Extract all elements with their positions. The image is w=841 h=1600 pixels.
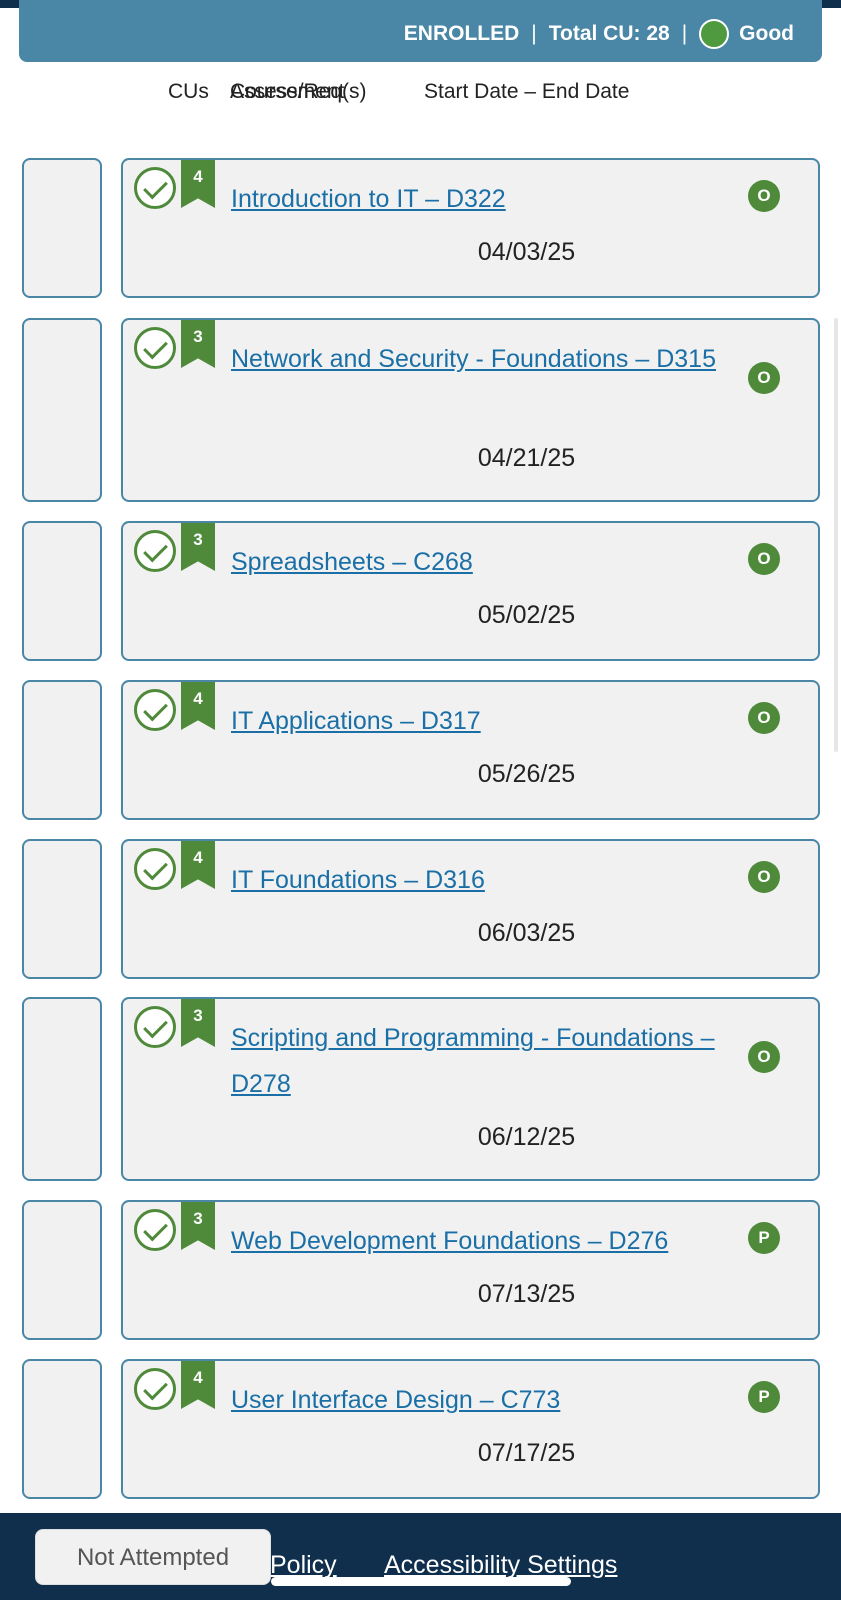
- course-link[interactable]: Network and Security - Foundations – D31…: [231, 336, 731, 382]
- course-row: 3 Spreadsheets – C268 O 05/02/25: [0, 521, 841, 661]
- check-circle-icon: [134, 689, 176, 731]
- assessment-cell: [22, 839, 102, 979]
- scrollbar[interactable]: [834, 318, 838, 752]
- header-dates: Start Date – End Date: [424, 80, 630, 103]
- course-row: 4 IT Applications – D317 O 05/26/25: [0, 680, 841, 820]
- assessment-cell: [22, 680, 102, 820]
- cu-ribbon: 3: [181, 999, 215, 1047]
- course-row: 3 Network and Security - Foundations – D3…: [0, 318, 841, 502]
- assessment-cell: [22, 521, 102, 661]
- column-headers: CUs Course/Req(s) Assessment Start Date …: [0, 80, 841, 110]
- course-card[interactable]: 4 Introduction to IT – D322 O 04/03/25: [121, 158, 820, 298]
- course-card[interactable]: 3 Web Development Foundations – D276 P 07/1…: [121, 1200, 820, 1340]
- check-circle-icon: [134, 848, 176, 890]
- course-status-badge: P: [748, 1222, 780, 1254]
- total-cu: Total CU: 28: [548, 22, 670, 45]
- assessment-cell: [22, 1200, 102, 1340]
- home-indicator: [271, 1577, 571, 1586]
- check-circle-icon: [134, 1006, 176, 1048]
- header-assessment: Assessment: [230, 80, 345, 103]
- enrollment-status-banner: ENROLLED | Total CU: 28 | Good: [19, 0, 822, 62]
- cu-ribbon: 4: [181, 160, 215, 208]
- course-row: 4 Introduction to IT – D322 O 04/03/25: [0, 158, 841, 298]
- check-circle-icon: [134, 167, 176, 209]
- assessment-cell: [22, 158, 102, 298]
- cu-ribbon: 3: [181, 320, 215, 368]
- course-link[interactable]: IT Foundations – D316: [231, 857, 731, 903]
- cu-ribbon: 4: [181, 841, 215, 889]
- course-date: 06/03/25: [477, 919, 576, 947]
- policy-link[interactable]: Policy: [270, 1551, 337, 1580]
- course-row: 3 Web Development Foundations – D276 P 07/1…: [0, 1200, 841, 1340]
- course-card[interactable]: 3 Network and Security - Foundations – D3…: [121, 318, 820, 502]
- course-status-badge: O: [748, 543, 780, 575]
- cu-ribbon: 4: [181, 682, 215, 730]
- course-link[interactable]: IT Applications – D317: [231, 698, 731, 744]
- course-status-badge: O: [748, 362, 780, 394]
- course-link[interactable]: User Interface Design – C773: [231, 1377, 731, 1423]
- course-link[interactable]: Introduction to IT – D322: [231, 176, 731, 222]
- course-date: 04/21/25: [477, 444, 576, 472]
- course-card[interactable]: 4 IT Foundations – D316 O 06/03/25: [121, 839, 820, 979]
- course-status-badge: O: [748, 861, 780, 893]
- header-cus: CUs: [168, 80, 209, 103]
- check-circle-icon: [134, 530, 176, 572]
- course-date: 07/17/25: [477, 1439, 576, 1467]
- course-date: 04/03/25: [477, 238, 576, 266]
- not-attempted-legend: Not Attempted: [35, 1529, 271, 1585]
- course-row: 4 User Interface Design – C773 P 07/17/25: [0, 1359, 841, 1499]
- course-card[interactable]: 3 Spreadsheets – C268 O 05/02/25: [121, 521, 820, 661]
- cu-ribbon: 3: [181, 1202, 215, 1250]
- course-status-badge: O: [748, 702, 780, 734]
- separator: |: [681, 22, 688, 45]
- course-card[interactable]: 4 IT Applications – D317 O 05/26/25: [121, 680, 820, 820]
- check-circle-icon: [134, 1209, 176, 1251]
- course-link[interactable]: Spreadsheets – C268: [231, 539, 731, 585]
- standing-indicator-icon: [699, 19, 730, 49]
- course-row: 3 Scripting and Programming - Foundations…: [0, 997, 841, 1181]
- assessment-cell: [22, 997, 102, 1181]
- course-date: 07/13/25: [477, 1280, 576, 1308]
- course-status-badge: P: [748, 1381, 780, 1413]
- assessment-cell: [22, 318, 102, 502]
- course-link[interactable]: Scripting and Programming - Foundations …: [231, 1015, 731, 1107]
- course-card[interactable]: 3 Scripting and Programming - Foundations…: [121, 997, 820, 1181]
- check-circle-icon: [134, 327, 176, 369]
- accessibility-settings-link[interactable]: Accessibility Settings: [384, 1551, 617, 1580]
- course-date: 05/26/25: [477, 760, 576, 788]
- cu-ribbon: 3: [181, 523, 215, 571]
- course-date: 05/02/25: [477, 601, 576, 629]
- academic-standing: Good: [739, 22, 794, 45]
- course-status-badge: O: [748, 180, 780, 212]
- course-status-badge: O: [748, 1041, 780, 1073]
- check-circle-icon: [134, 1368, 176, 1410]
- enrollment-status: ENROLLED: [403, 22, 520, 45]
- cu-ribbon: 4: [181, 1361, 215, 1409]
- assessment-cell: [22, 1359, 102, 1499]
- course-row: 4 IT Foundations – D316 O 06/03/25: [0, 839, 841, 979]
- course-card[interactable]: 4 User Interface Design – C773 P 07/17/25: [121, 1359, 820, 1499]
- course-date: 06/12/25: [477, 1123, 576, 1151]
- separator: |: [531, 22, 537, 45]
- course-link[interactable]: Web Development Foundations – D276: [231, 1218, 731, 1264]
